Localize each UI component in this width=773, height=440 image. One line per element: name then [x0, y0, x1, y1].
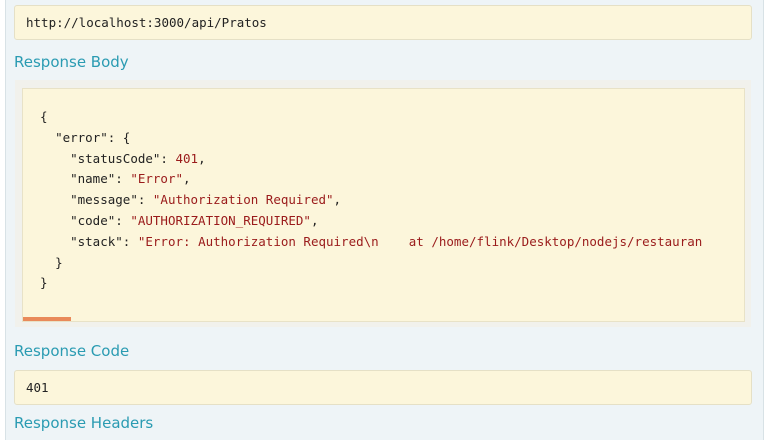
- response-code-field[interactable]: 401: [14, 370, 752, 405]
- json-brace-inner-close: }: [55, 254, 63, 270]
- request-url-field[interactable]: http://localhost:3000/api/Pratos: [14, 5, 752, 40]
- response-code-heading: Response Code: [14, 342, 130, 360]
- json-content: { "error": { "statusCode": 401, "name": …: [40, 109, 703, 291]
- json-key-statuscode: "statusCode": [70, 150, 161, 166]
- json-key-error: "error": [55, 129, 108, 145]
- json-brace-close: }: [40, 275, 48, 291]
- json-value-code: "AUTHORIZATION_REQUIRED": [130, 212, 311, 228]
- request-url-text: http://localhost:3000/api/Pratos: [26, 15, 267, 30]
- response-code-value: 401: [26, 380, 49, 395]
- response-headers-heading: Response Headers: [14, 414, 154, 432]
- response-body-json[interactable]: { "error": { "statusCode": 401, "name": …: [22, 88, 745, 322]
- json-key-stack: "stack": [70, 233, 123, 249]
- json-value-statuscode: 401: [175, 150, 199, 166]
- json-key-message: "message": [70, 192, 138, 208]
- json-value-name: "Error": [130, 171, 184, 187]
- json-key-code: "code": [70, 212, 116, 228]
- horizontal-scrollbar-thumb[interactable]: [23, 317, 71, 321]
- json-value-stack: "Error: Authorization Required\n at /hom…: [137, 233, 703, 249]
- json-key-name: "name": [70, 171, 116, 187]
- json-value-message: "Authorization Required": [152, 192, 334, 208]
- json-brace-open: {: [40, 109, 48, 124]
- response-body-heading: Response Body: [14, 53, 129, 71]
